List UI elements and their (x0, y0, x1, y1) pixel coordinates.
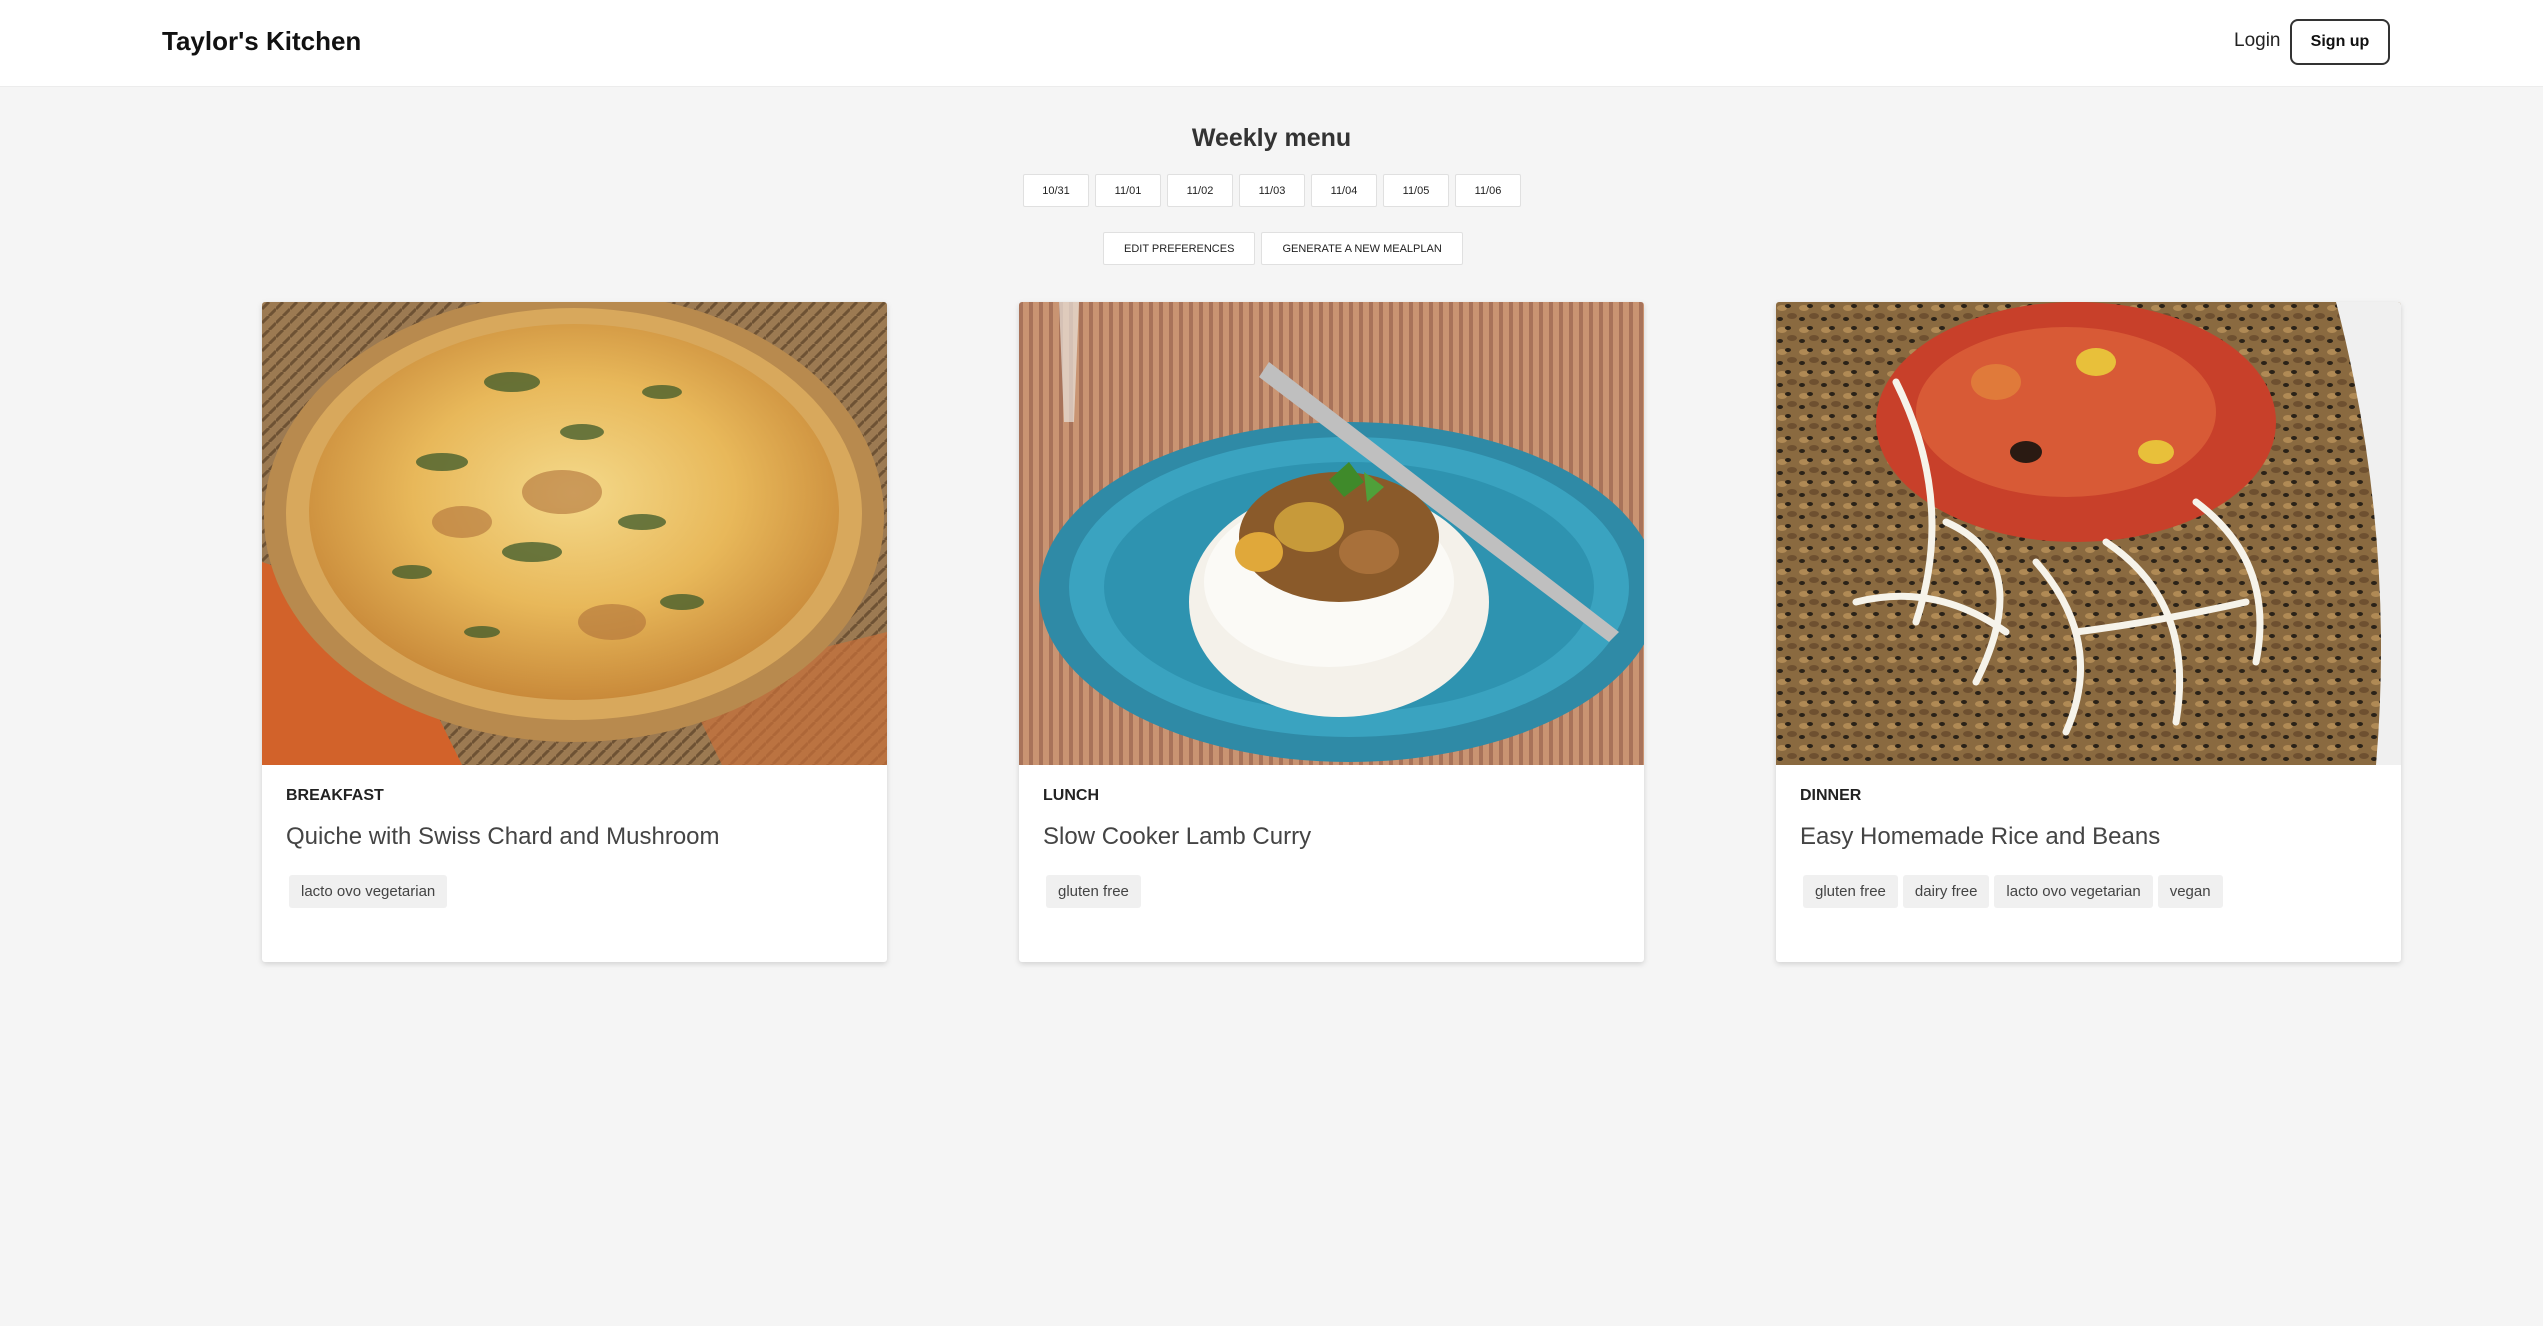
generate-mealplan-button[interactable]: GENERATE A NEW MEALPLAN (1261, 232, 1463, 265)
date-selector: 10/31 11/01 11/02 11/03 11/04 11/05 11/0… (1023, 174, 1521, 207)
curry-image (1019, 302, 1644, 765)
date-button[interactable]: 11/02 (1167, 174, 1233, 207)
signup-button[interactable]: Sign up (2290, 19, 2390, 65)
diet-tags: gluten free dairy free lacto ovo vegetar… (1803, 875, 2377, 908)
top-nav: Taylor's Kitchen Login Sign up (0, 0, 2543, 87)
diet-tag: dairy free (1902, 875, 1990, 908)
recipe-title[interactable]: Easy Homemade Rice and Beans (1800, 823, 2377, 851)
page-title: Weekly menu (1191, 124, 1352, 152)
diet-tag: gluten free (1046, 875, 1141, 908)
diet-tags: lacto ovo vegetarian (289, 875, 863, 908)
date-button[interactable]: 11/03 (1239, 174, 1305, 207)
recipe-title[interactable]: Quiche with Swiss Chard and Mushroom (286, 823, 863, 851)
recipe-card-breakfast[interactable]: BREAKFAST Quiche with Swiss Chard and Mu… (262, 302, 887, 962)
date-button[interactable]: 11/06 (1455, 174, 1521, 207)
date-button[interactable]: 10/31 (1023, 174, 1089, 207)
menu-actions: EDIT PREFERENCES GENERATE A NEW MEALPLAN (1103, 232, 1463, 265)
quiche-image (262, 302, 887, 765)
date-button[interactable]: 11/04 (1311, 174, 1377, 207)
meal-type-label: DINNER (1800, 787, 1862, 804)
date-button[interactable]: 11/05 (1383, 174, 1449, 207)
diet-tag: vegan (2157, 875, 2223, 908)
edit-preferences-button[interactable]: EDIT PREFERENCES (1103, 232, 1256, 265)
diet-tag: lacto ovo vegetarian (289, 875, 448, 908)
diet-tags: gluten free (1046, 875, 1620, 908)
recipe-card-dinner[interactable]: DINNER Easy Homemade Rice and Beans glut… (1776, 302, 2401, 962)
diet-tag: lacto ovo vegetarian (1994, 875, 2153, 908)
diet-tag: gluten free (1803, 875, 1898, 908)
date-button[interactable]: 11/01 (1095, 174, 1161, 207)
rice-and-beans-image (1776, 302, 2401, 765)
recipe-title[interactable]: Slow Cooker Lamb Curry (1043, 823, 1620, 851)
meal-type-label: LUNCH (1043, 787, 1099, 804)
meal-type-label: BREAKFAST (286, 787, 384, 804)
recipe-card-lunch[interactable]: LUNCH Slow Cooker Lamb Curry gluten free (1019, 302, 1644, 962)
brand-logo[interactable]: Taylor's Kitchen (162, 26, 361, 57)
login-link[interactable]: Login (2234, 30, 2281, 52)
